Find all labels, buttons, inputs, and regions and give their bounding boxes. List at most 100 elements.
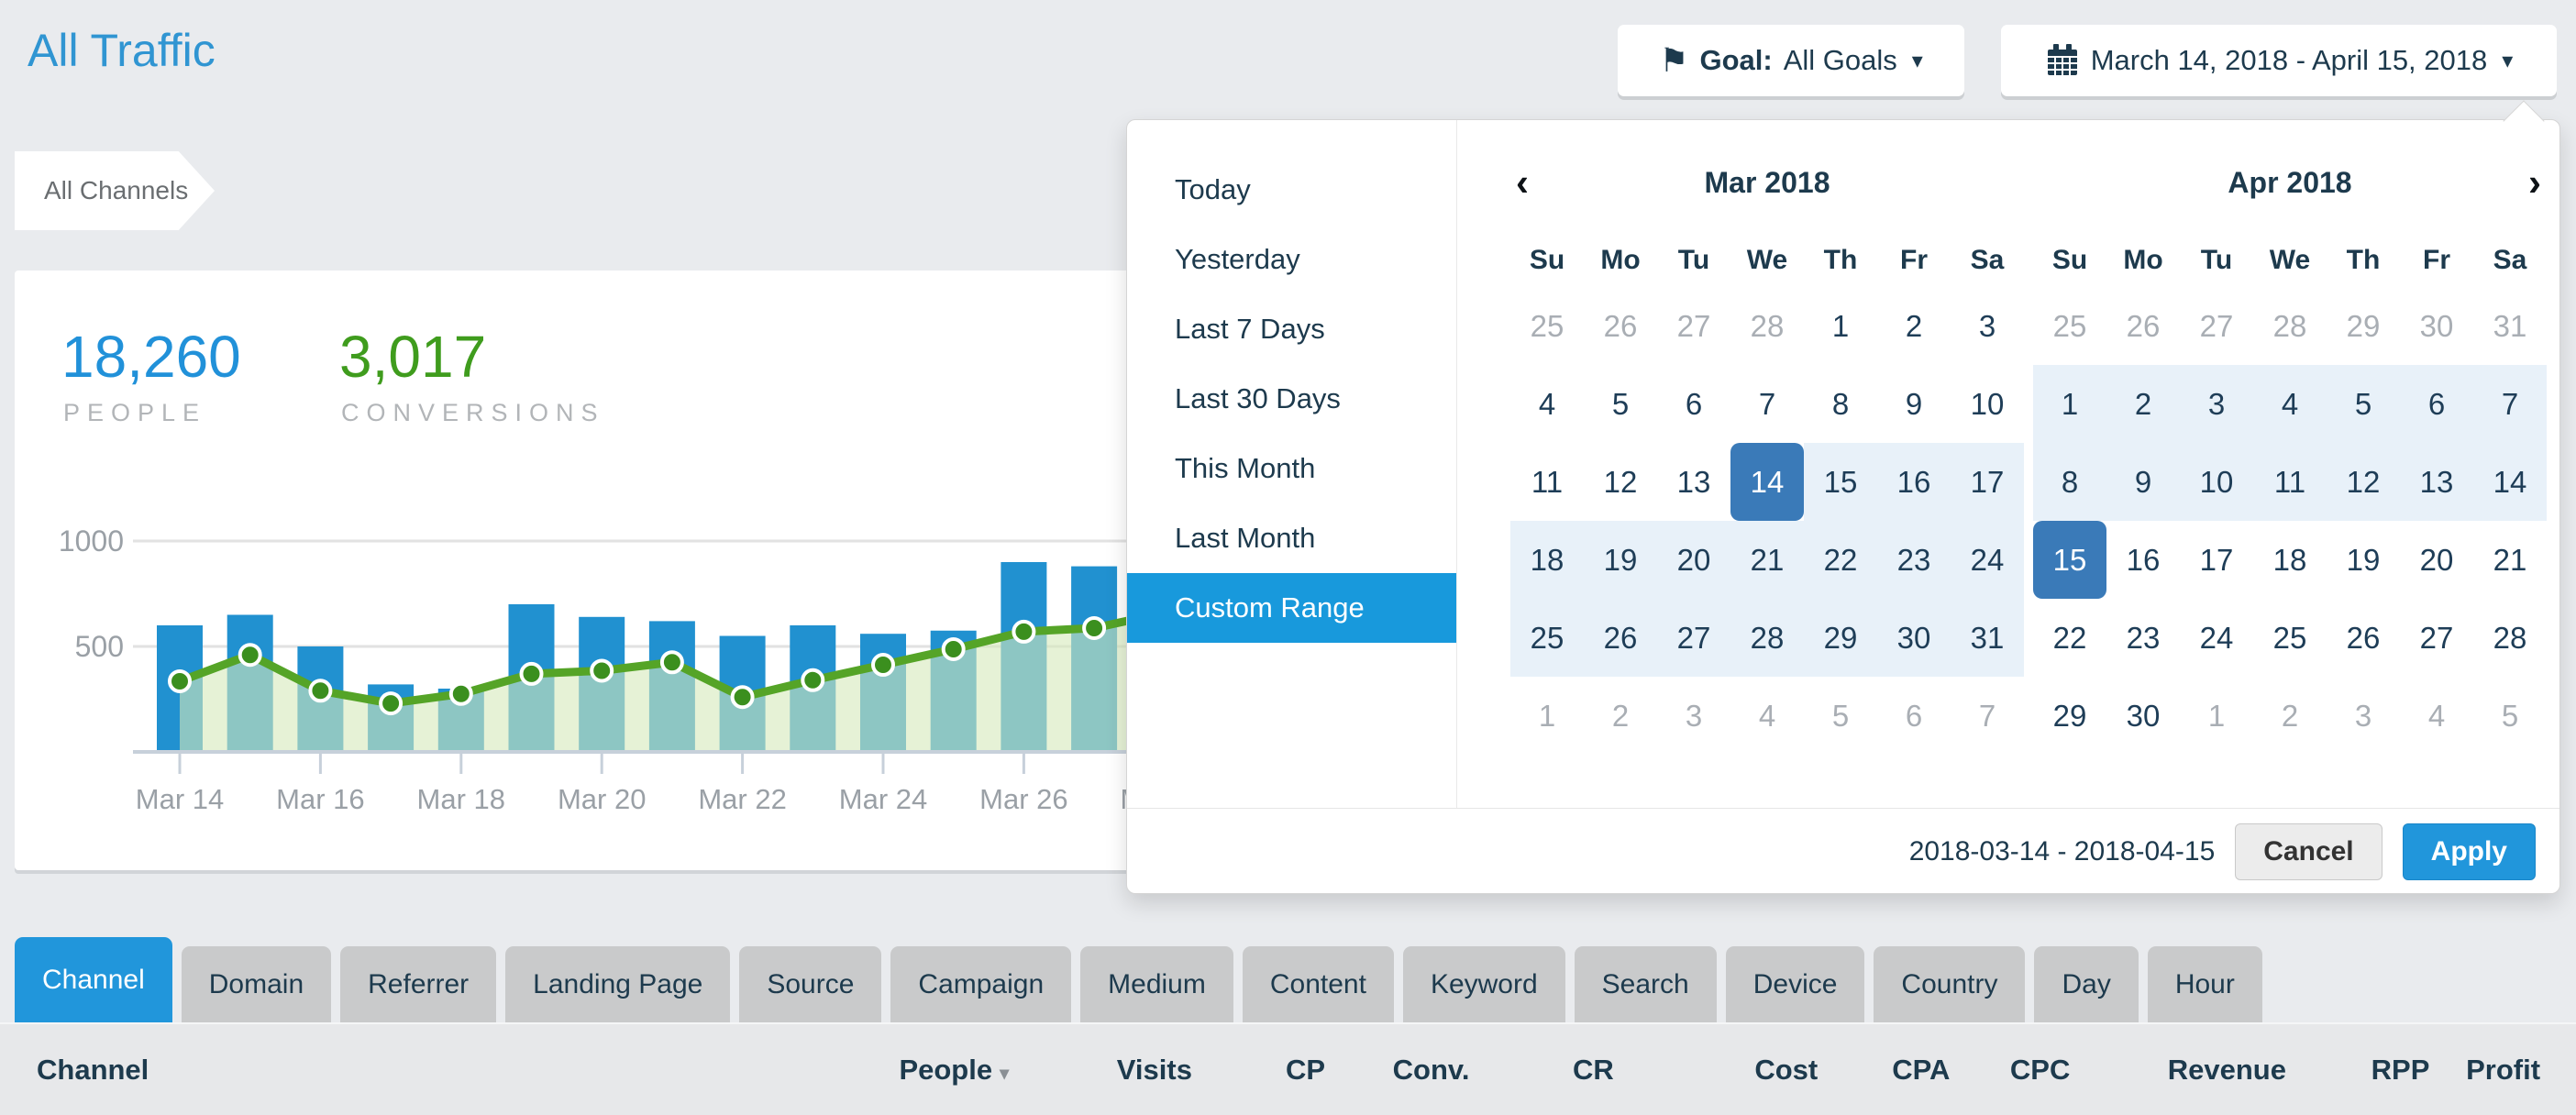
day-cell[interactable]: 18 xyxy=(2253,521,2327,599)
day-cell[interactable]: 7 xyxy=(1730,365,1804,443)
day-cell[interactable]: 1 xyxy=(1804,287,1877,365)
day-cell[interactable]: 24 xyxy=(1951,521,2024,599)
preset-yesterday[interactable]: Yesterday xyxy=(1127,225,1456,294)
day-cell[interactable]: 8 xyxy=(1804,365,1877,443)
day-cell[interactable]: 10 xyxy=(2180,443,2253,521)
preset-last-30-days[interactable]: Last 30 Days xyxy=(1127,364,1456,434)
day-cell[interactable]: 16 xyxy=(2106,521,2180,599)
day-cell[interactable]: 20 xyxy=(2400,521,2473,599)
day-cell[interactable]: 13 xyxy=(2400,443,2473,521)
day-cell[interactable]: 6 xyxy=(2400,365,2473,443)
tab-channel[interactable]: Channel xyxy=(15,937,172,1022)
line-point[interactable] xyxy=(733,687,753,707)
day-cell[interactable]: 22 xyxy=(2033,599,2106,677)
day-cell[interactable]: 14 xyxy=(2473,443,2547,521)
line-point[interactable] xyxy=(1013,622,1034,642)
day-cell[interactable]: 26 xyxy=(2327,599,2400,677)
preset-last-month[interactable]: Last Month xyxy=(1127,503,1456,573)
column-header-rpp[interactable]: RPP xyxy=(2286,1054,2429,1087)
day-cell[interactable]: 4 xyxy=(2253,365,2327,443)
line-point[interactable] xyxy=(240,645,260,665)
day-cell[interactable]: 30 xyxy=(2106,677,2180,755)
tab-day[interactable]: Day xyxy=(2034,946,2138,1022)
day-cell[interactable]: 18 xyxy=(1510,521,1584,599)
day-cell[interactable]: 5 xyxy=(2327,365,2400,443)
column-header-revenue[interactable]: Revenue xyxy=(2070,1054,2286,1087)
tab-medium[interactable]: Medium xyxy=(1080,946,1233,1022)
day-cell[interactable]: 31 xyxy=(1951,599,2024,677)
day-cell[interactable]: 23 xyxy=(1877,521,1951,599)
day-cell[interactable]: 9 xyxy=(2106,443,2180,521)
preset-this-month[interactable]: This Month xyxy=(1127,434,1456,503)
tab-campaign[interactable]: Campaign xyxy=(890,946,1071,1022)
day-cell[interactable]: 29 xyxy=(2033,677,2106,755)
day-cell[interactable]: 15 xyxy=(2033,521,2106,599)
line-point[interactable] xyxy=(802,670,823,690)
tab-keyword[interactable]: Keyword xyxy=(1403,946,1565,1022)
day-cell[interactable]: 15 xyxy=(1804,443,1877,521)
day-cell[interactable]: 21 xyxy=(1730,521,1804,599)
column-header-cpc[interactable]: CPC xyxy=(1950,1054,2070,1087)
day-cell[interactable]: 10 xyxy=(1951,365,2024,443)
day-cell[interactable]: 23 xyxy=(2106,599,2180,677)
column-header-cpa[interactable]: CPA xyxy=(1818,1054,1950,1087)
tab-hour[interactable]: Hour xyxy=(2148,946,2262,1022)
day-cell[interactable]: 3 xyxy=(2180,365,2253,443)
preset-custom-range[interactable]: Custom Range xyxy=(1127,573,1456,643)
day-cell[interactable]: 21 xyxy=(2473,521,2547,599)
line-point[interactable] xyxy=(451,684,471,704)
line-point[interactable] xyxy=(1084,618,1104,638)
chevron-right-icon[interactable]: › xyxy=(2528,157,2541,208)
tab-referrer[interactable]: Referrer xyxy=(340,946,496,1022)
day-cell[interactable]: 20 xyxy=(1657,521,1730,599)
chevron-left-icon[interactable]: ‹ xyxy=(1516,157,1529,208)
line-point[interactable] xyxy=(944,639,964,659)
line-point[interactable] xyxy=(522,664,542,684)
day-cell[interactable]: 24 xyxy=(2180,599,2253,677)
preset-last-7-days[interactable]: Last 7 Days xyxy=(1127,294,1456,364)
day-cell[interactable]: 17 xyxy=(2180,521,2253,599)
day-cell[interactable]: 3 xyxy=(1951,287,2024,365)
day-cell[interactable]: 9 xyxy=(1877,365,1951,443)
column-header-conv[interactable]: Conv. xyxy=(1325,1054,1469,1087)
line-point[interactable] xyxy=(381,693,401,713)
line-point[interactable] xyxy=(662,652,682,672)
column-header-profit[interactable]: Profit xyxy=(2429,1054,2540,1087)
line-point[interactable] xyxy=(591,660,612,680)
day-cell[interactable]: 17 xyxy=(1951,443,2024,521)
day-cell[interactable]: 25 xyxy=(1510,599,1584,677)
tab-device[interactable]: Device xyxy=(1726,946,1865,1022)
day-cell[interactable]: 12 xyxy=(1584,443,1657,521)
day-cell[interactable]: 12 xyxy=(2327,443,2400,521)
day-cell[interactable]: 27 xyxy=(1657,599,1730,677)
day-cell[interactable]: 28 xyxy=(1730,599,1804,677)
day-cell[interactable]: 28 xyxy=(2473,599,2547,677)
column-header-visits[interactable]: Visits xyxy=(1009,1054,1192,1087)
line-point[interactable] xyxy=(310,680,330,701)
day-cell[interactable]: 26 xyxy=(1584,599,1657,677)
tab-content[interactable]: Content xyxy=(1243,946,1394,1022)
day-cell[interactable]: 2 xyxy=(1877,287,1951,365)
day-cell[interactable]: 11 xyxy=(1510,443,1584,521)
day-cell[interactable]: 19 xyxy=(1584,521,1657,599)
line-point[interactable] xyxy=(873,655,893,675)
tab-country[interactable]: Country xyxy=(1874,946,2025,1022)
tab-landing-page[interactable]: Landing Page xyxy=(505,946,730,1022)
day-cell[interactable]: 14 xyxy=(1730,443,1804,521)
cancel-button[interactable]: Cancel xyxy=(2235,823,2382,880)
column-header-cr[interactable]: CR xyxy=(1469,1054,1613,1087)
breadcrumb-all-channels[interactable]: All Channels xyxy=(15,151,215,230)
tab-source[interactable]: Source xyxy=(739,946,881,1022)
column-header-cost[interactable]: Cost xyxy=(1614,1054,1818,1087)
column-header-channel[interactable]: Channel xyxy=(37,1054,854,1087)
day-cell[interactable]: 5 xyxy=(1584,365,1657,443)
column-header-people[interactable]: People▾ xyxy=(854,1054,1010,1087)
day-cell[interactable]: 13 xyxy=(1657,443,1730,521)
tab-search[interactable]: Search xyxy=(1575,946,1717,1022)
preset-today[interactable]: Today xyxy=(1127,155,1456,225)
day-cell[interactable]: 19 xyxy=(2327,521,2400,599)
line-point[interactable] xyxy=(170,671,190,691)
day-cell[interactable]: 1 xyxy=(2033,365,2106,443)
day-cell[interactable]: 6 xyxy=(1657,365,1730,443)
day-cell[interactable]: 2 xyxy=(2106,365,2180,443)
